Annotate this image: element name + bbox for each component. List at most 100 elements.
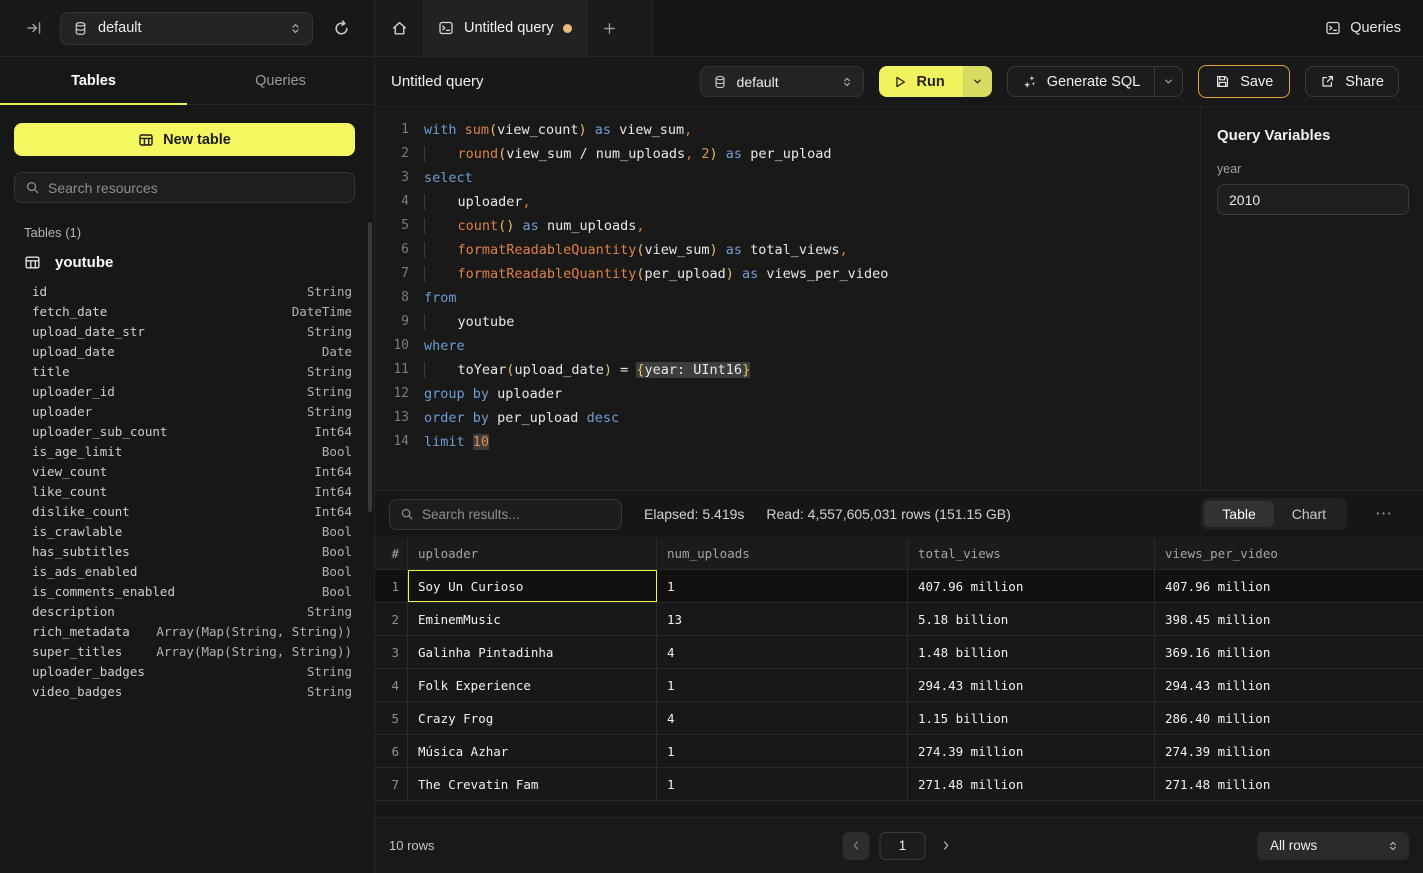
table-cell[interactable]: 271.48 million [1155, 768, 1423, 800]
code-line[interactable]: 5 count() as num_uploads, [383, 214, 1200, 238]
toggle-chart[interactable]: Chart [1274, 501, 1344, 527]
tab-untitled-query[interactable]: Untitled query [422, 0, 588, 57]
code-line[interactable]: 7 formatReadableQuantity(per_upload) as … [383, 262, 1200, 286]
results-header-cell[interactable]: views_per_video [1155, 537, 1423, 569]
table-cell[interactable]: 1 [657, 570, 908, 602]
collapse-sidebar-button[interactable] [20, 14, 48, 42]
code-line[interactable]: 1with sum(view_count) as view_sum, [383, 118, 1200, 142]
code-line[interactable]: 6 formatReadableQuantity(view_sum) as to… [383, 238, 1200, 262]
table-cell[interactable]: 398.45 million [1155, 603, 1423, 635]
generate-sql-options-button[interactable] [1154, 67, 1182, 96]
table-cell[interactable]: 1.48 billion [908, 636, 1155, 668]
run-button[interactable]: Run [879, 66, 963, 97]
new-table-button[interactable]: New table [14, 123, 355, 156]
current-page[interactable]: 1 [880, 832, 926, 860]
next-page-button[interactable] [936, 832, 956, 860]
table-cell[interactable]: 274.39 million [1155, 735, 1423, 767]
table-cell[interactable]: Crazy Frog [408, 702, 657, 734]
code-line[interactable]: 8from [383, 286, 1200, 310]
schema-column-row[interactable]: is_comments_enabledBool [14, 581, 354, 601]
schema-column-row[interactable]: dislike_countInt64 [14, 501, 354, 521]
results-header-cell[interactable]: total_views [908, 537, 1155, 569]
table-cell[interactable]: 407.96 million [908, 570, 1155, 602]
schema-column-row[interactable]: is_ads_enabledBool [14, 561, 354, 581]
search-resources-input[interactable] [48, 180, 344, 196]
share-button[interactable]: Share [1305, 66, 1399, 97]
queries-button[interactable]: Queries [1325, 20, 1401, 36]
results-header-cell[interactable]: # [375, 537, 408, 569]
toggle-table[interactable]: Table [1204, 501, 1273, 527]
code-line[interactable]: 9 youtube [383, 310, 1200, 334]
run-options-button[interactable] [963, 66, 992, 97]
table-cell[interactable]: 286.40 million [1155, 702, 1423, 734]
schema-column-row[interactable]: is_crawlableBool [14, 521, 354, 541]
table-cell[interactable]: Folk Experience [408, 669, 657, 701]
table-cell[interactable]: 5.18 billion [908, 603, 1155, 635]
schema-column-row[interactable]: upload_dateDate [14, 341, 354, 361]
schema-column-row[interactable]: uploaderString [14, 401, 354, 421]
schema-column-row[interactable]: uploader_badgesString [14, 661, 354, 681]
tab-queries[interactable]: Queries [187, 57, 374, 104]
table-cell[interactable]: 1.15 billion [908, 702, 1155, 734]
schema-column-row[interactable]: uploader_idString [14, 381, 354, 401]
code-line[interactable]: 4 uploader, [383, 190, 1200, 214]
generate-sql-button[interactable]: Generate SQL [1008, 67, 1155, 96]
schema-column-row[interactable]: super_titlesArray(Map(String, String)) [14, 641, 354, 661]
table-cell[interactable]: 294.43 million [908, 669, 1155, 701]
page-size-selector[interactable]: All rows [1257, 832, 1409, 860]
schema-column-row[interactable]: video_badgesString [14, 681, 354, 701]
code-line[interactable]: 3select [383, 166, 1200, 190]
table-cell[interactable]: 1 [657, 669, 908, 701]
table-cell[interactable]: 271.48 million [908, 768, 1155, 800]
table-cell[interactable]: 294.43 million [1155, 669, 1423, 701]
column-name: rich_metadata [32, 624, 130, 639]
code-line[interactable]: 14limit 10 [383, 430, 1200, 454]
home-button[interactable] [385, 14, 414, 43]
schema-column-row[interactable]: view_countInt64 [14, 461, 354, 481]
code-line[interactable]: 10where [383, 334, 1200, 358]
table-cell[interactable]: Galinha Pintadinha [408, 636, 657, 668]
code-line[interactable]: 11 toYear(upload_date) = {year: UInt16} [383, 358, 1200, 382]
sidebar-table-youtube[interactable]: youtube [24, 254, 354, 271]
results-footer: 10 rows 1 [375, 817, 1423, 873]
schema-column-row[interactable]: upload_date_strString [14, 321, 354, 341]
schema-column-row[interactable]: titleString [14, 361, 354, 381]
code-line[interactable]: 13order by per_upload desc [383, 406, 1200, 430]
variable-year-input[interactable] [1217, 184, 1409, 215]
code-line[interactable]: 2 round(view_sum / num_uploads, 2) as pe… [383, 142, 1200, 166]
refresh-button[interactable] [327, 14, 356, 43]
table-cell[interactable]: 274.39 million [908, 735, 1155, 767]
schema-column-row[interactable]: like_countInt64 [14, 481, 354, 501]
table-cell[interactable]: 1 [657, 768, 908, 800]
schema-column-row[interactable]: rich_metadataArray(Map(String, String)) [14, 621, 354, 641]
table-cell[interactable]: The Crevatin Fam [408, 768, 657, 800]
schema-column-row[interactable]: descriptionString [14, 601, 354, 621]
table-cell[interactable]: 407.96 million [1155, 570, 1423, 602]
database-selector[interactable]: default [60, 12, 313, 45]
table-cell[interactable]: 1 [657, 735, 908, 767]
table-cell[interactable]: 369.16 million [1155, 636, 1423, 668]
prev-page-button[interactable] [843, 832, 870, 860]
schema-column-row[interactable]: fetch_dateDateTime [14, 301, 354, 321]
schema-column-row[interactable]: is_age_limitBool [14, 441, 354, 461]
table-cell[interactable]: 13 [657, 603, 908, 635]
schema-column-row[interactable]: idString [14, 281, 354, 301]
save-button[interactable]: Save [1198, 65, 1290, 98]
toolbar-database-selector[interactable]: default [700, 66, 864, 97]
code-line[interactable]: 12group by uploader [383, 382, 1200, 406]
tab-tables[interactable]: Tables [0, 57, 187, 104]
sql-editor[interactable]: 1with sum(view_count) as view_sum,2 roun… [375, 107, 1200, 490]
schema-column-row[interactable]: has_subtitlesBool [14, 541, 354, 561]
new-tab-button[interactable] [596, 15, 623, 42]
more-options-button[interactable]: ⋯ [1369, 500, 1399, 528]
sidebar-scrollbar[interactable] [368, 222, 372, 512]
table-cell[interactable]: Soy Un Curioso [408, 570, 657, 602]
table-cell[interactable]: 4 [657, 636, 908, 668]
results-header-cell[interactable]: uploader [408, 537, 657, 569]
search-results-input[interactable] [422, 507, 611, 522]
results-header-cell[interactable]: num_uploads [657, 537, 908, 569]
table-cell[interactable]: Música Azhar [408, 735, 657, 767]
schema-column-row[interactable]: uploader_sub_countInt64 [14, 421, 354, 441]
table-cell[interactable]: EminemMusic [408, 603, 657, 635]
table-cell[interactable]: 4 [657, 702, 908, 734]
